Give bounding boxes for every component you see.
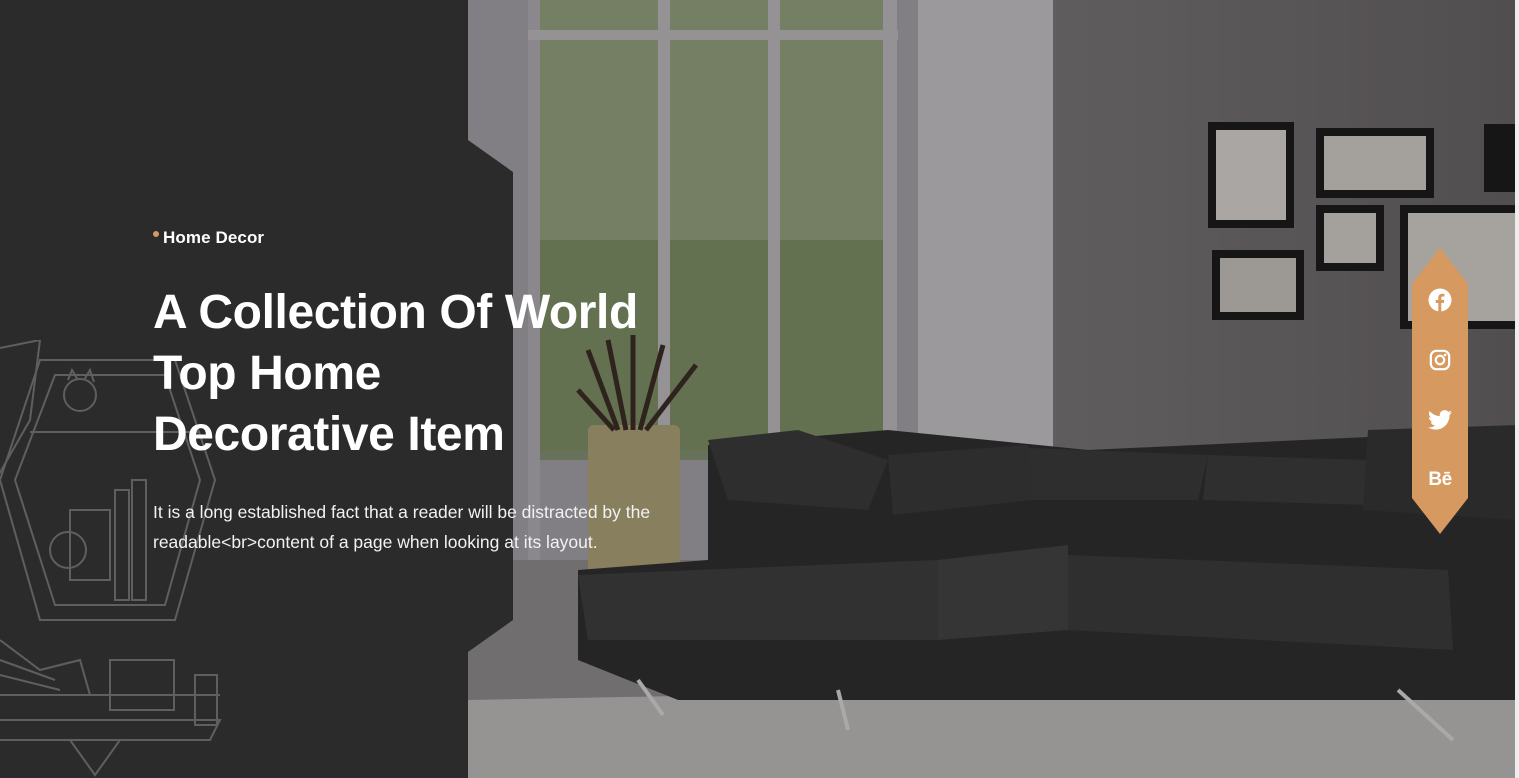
headline-line-2: Top Home: [153, 347, 381, 400]
headline-line-1: A Collection Of World: [153, 286, 638, 339]
social-links-ribbon: Bē: [1412, 248, 1468, 534]
instagram-icon: [1429, 349, 1451, 371]
hero-eyebrow: Home Decor: [153, 228, 753, 248]
behance-link[interactable]: Bē: [1412, 460, 1468, 500]
twitter-icon: [1428, 410, 1452, 430]
page-scrollbar[interactable]: [1515, 0, 1519, 778]
behance-icon: Bē: [1428, 469, 1452, 490]
instagram-link[interactable]: [1412, 340, 1468, 380]
facebook-icon: [1428, 288, 1452, 312]
twitter-link[interactable]: [1412, 400, 1468, 440]
hero-description: It is a long established fact that a rea…: [153, 502, 651, 552]
hero-section: Home Decor A Collection Of World Top Hom…: [0, 0, 1519, 778]
eyebrow-dot-icon: [153, 231, 159, 237]
hero-content: Home Decor A Collection Of World Top Hom…: [153, 228, 753, 557]
hero-headline: A Collection Of World Top Home Decorativ…: [153, 282, 713, 465]
headline-line-3: Decorative Item: [153, 408, 505, 461]
eyebrow-label: Home Decor: [163, 228, 265, 247]
facebook-link[interactable]: [1412, 280, 1468, 320]
